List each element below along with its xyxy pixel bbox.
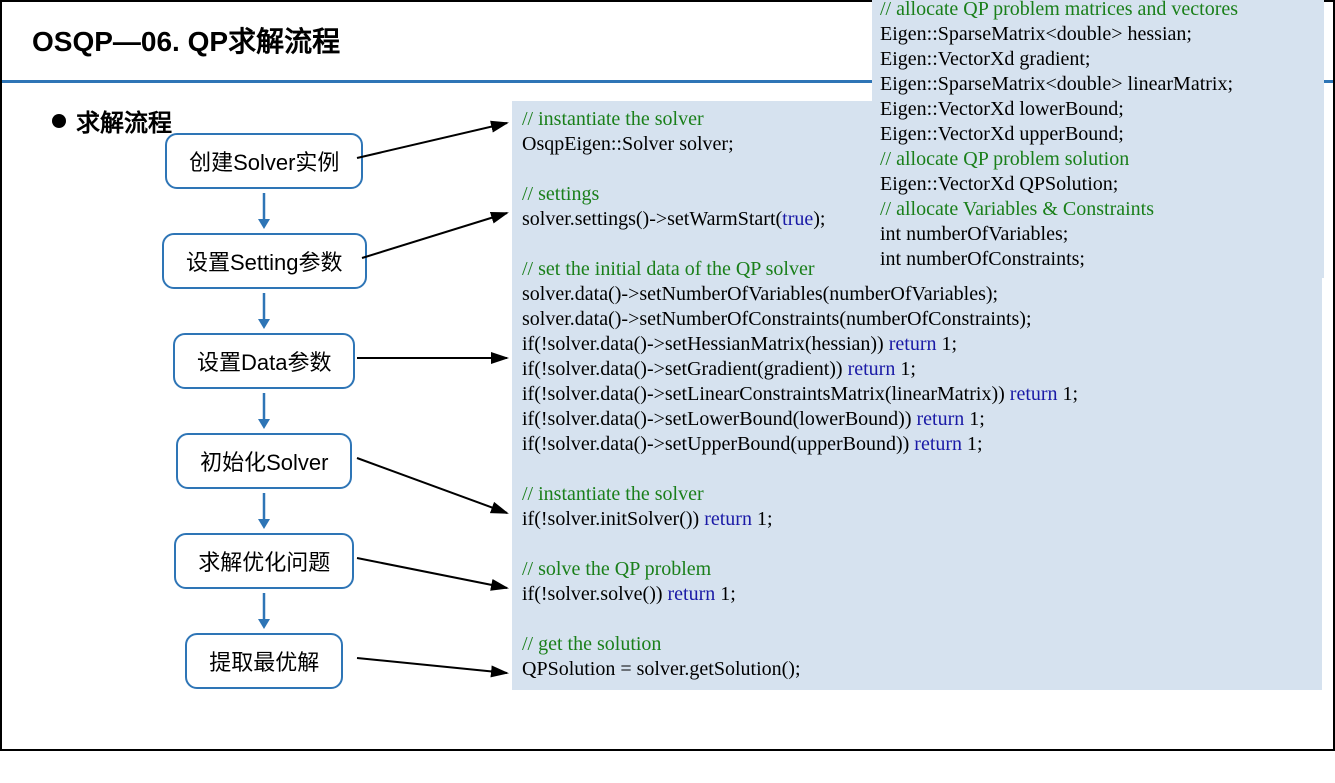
code-line: solver.data()->setNumberOfConstraints(nu… bbox=[522, 307, 1312, 332]
code-line: solver.data()->setNumberOfVariables(numb… bbox=[522, 282, 1312, 307]
arrow-down-icon bbox=[254, 193, 274, 229]
code-line: if(!solver.solve()) return 1; bbox=[522, 582, 1312, 607]
code-line: QPSolution = solver.getSolution(); bbox=[522, 657, 1312, 682]
code-line: if(!solver.data()->setLowerBound(lowerBo… bbox=[522, 407, 1312, 432]
code-line: if(!solver.data()->setHessianMatrix(hess… bbox=[522, 332, 1312, 357]
section-label: 求解流程 bbox=[76, 103, 172, 138]
code-line: if(!solver.initSolver()) return 1; bbox=[522, 507, 1312, 532]
code-line: Eigen::SparseMatrix<double> linearMatrix… bbox=[880, 72, 1316, 97]
code-line: if(!solver.data()->setLinearConstraintsM… bbox=[522, 382, 1312, 407]
flow-step-4: 初始化Solver bbox=[176, 433, 352, 489]
content-area: 求解流程 创建Solver实例 设置Setting参数 设置Data参数 初始化… bbox=[2, 83, 1333, 138]
code-comment: // allocate QP problem matrices and vect… bbox=[880, 0, 1238, 20]
flow-step-5: 求解优化问题 bbox=[174, 533, 354, 589]
code-comment: // set the initial data of the QP solver bbox=[522, 258, 815, 280]
code-comment: // instantiate the solver bbox=[522, 483, 704, 505]
arrow-down-icon bbox=[254, 393, 274, 429]
flow-step-3: 设置Data参数 bbox=[173, 333, 355, 389]
code-line: Eigen::SparseMatrix<double> hessian; bbox=[880, 22, 1316, 47]
code-line: int numberOfConstraints; bbox=[880, 247, 1316, 272]
flow-step-1: 创建Solver实例 bbox=[165, 133, 363, 189]
bullet-icon bbox=[52, 114, 66, 128]
code-line: Eigen::VectorXd lowerBound; bbox=[880, 97, 1316, 122]
code-line: Eigen::VectorXd gradient; bbox=[880, 47, 1316, 72]
code-line: if(!solver.data()->setUpperBound(upperBo… bbox=[522, 432, 1312, 457]
code-comment: // allocate QP problem solution bbox=[880, 148, 1129, 170]
code-block-allocations: // allocate QP problem matrices and vect… bbox=[872, 0, 1324, 278]
flow-step-6: 提取最优解 bbox=[185, 633, 343, 689]
code-comment: // allocate Variables & Constraints bbox=[880, 198, 1154, 220]
code-comment: // instantiate the solver bbox=[522, 108, 704, 130]
code-line: if(!solver.data()->setGradient(gradient)… bbox=[522, 357, 1312, 382]
arrow-down-icon bbox=[254, 493, 274, 529]
code-comment: // solve the QP problem bbox=[522, 558, 711, 580]
flowchart: 创建Solver实例 设置Setting参数 设置Data参数 初始化Solve… bbox=[162, 133, 367, 689]
code-line: int numberOfVariables; bbox=[880, 222, 1316, 247]
code-line: Eigen::VectorXd upperBound; bbox=[880, 122, 1316, 147]
arrow-down-icon bbox=[254, 593, 274, 629]
code-comment: // get the solution bbox=[522, 633, 661, 655]
code-line: Eigen::VectorXd QPSolution; bbox=[880, 172, 1316, 197]
code-comment: // settings bbox=[522, 183, 599, 205]
arrow-down-icon bbox=[254, 293, 274, 329]
flow-step-2: 设置Setting参数 bbox=[162, 233, 367, 289]
